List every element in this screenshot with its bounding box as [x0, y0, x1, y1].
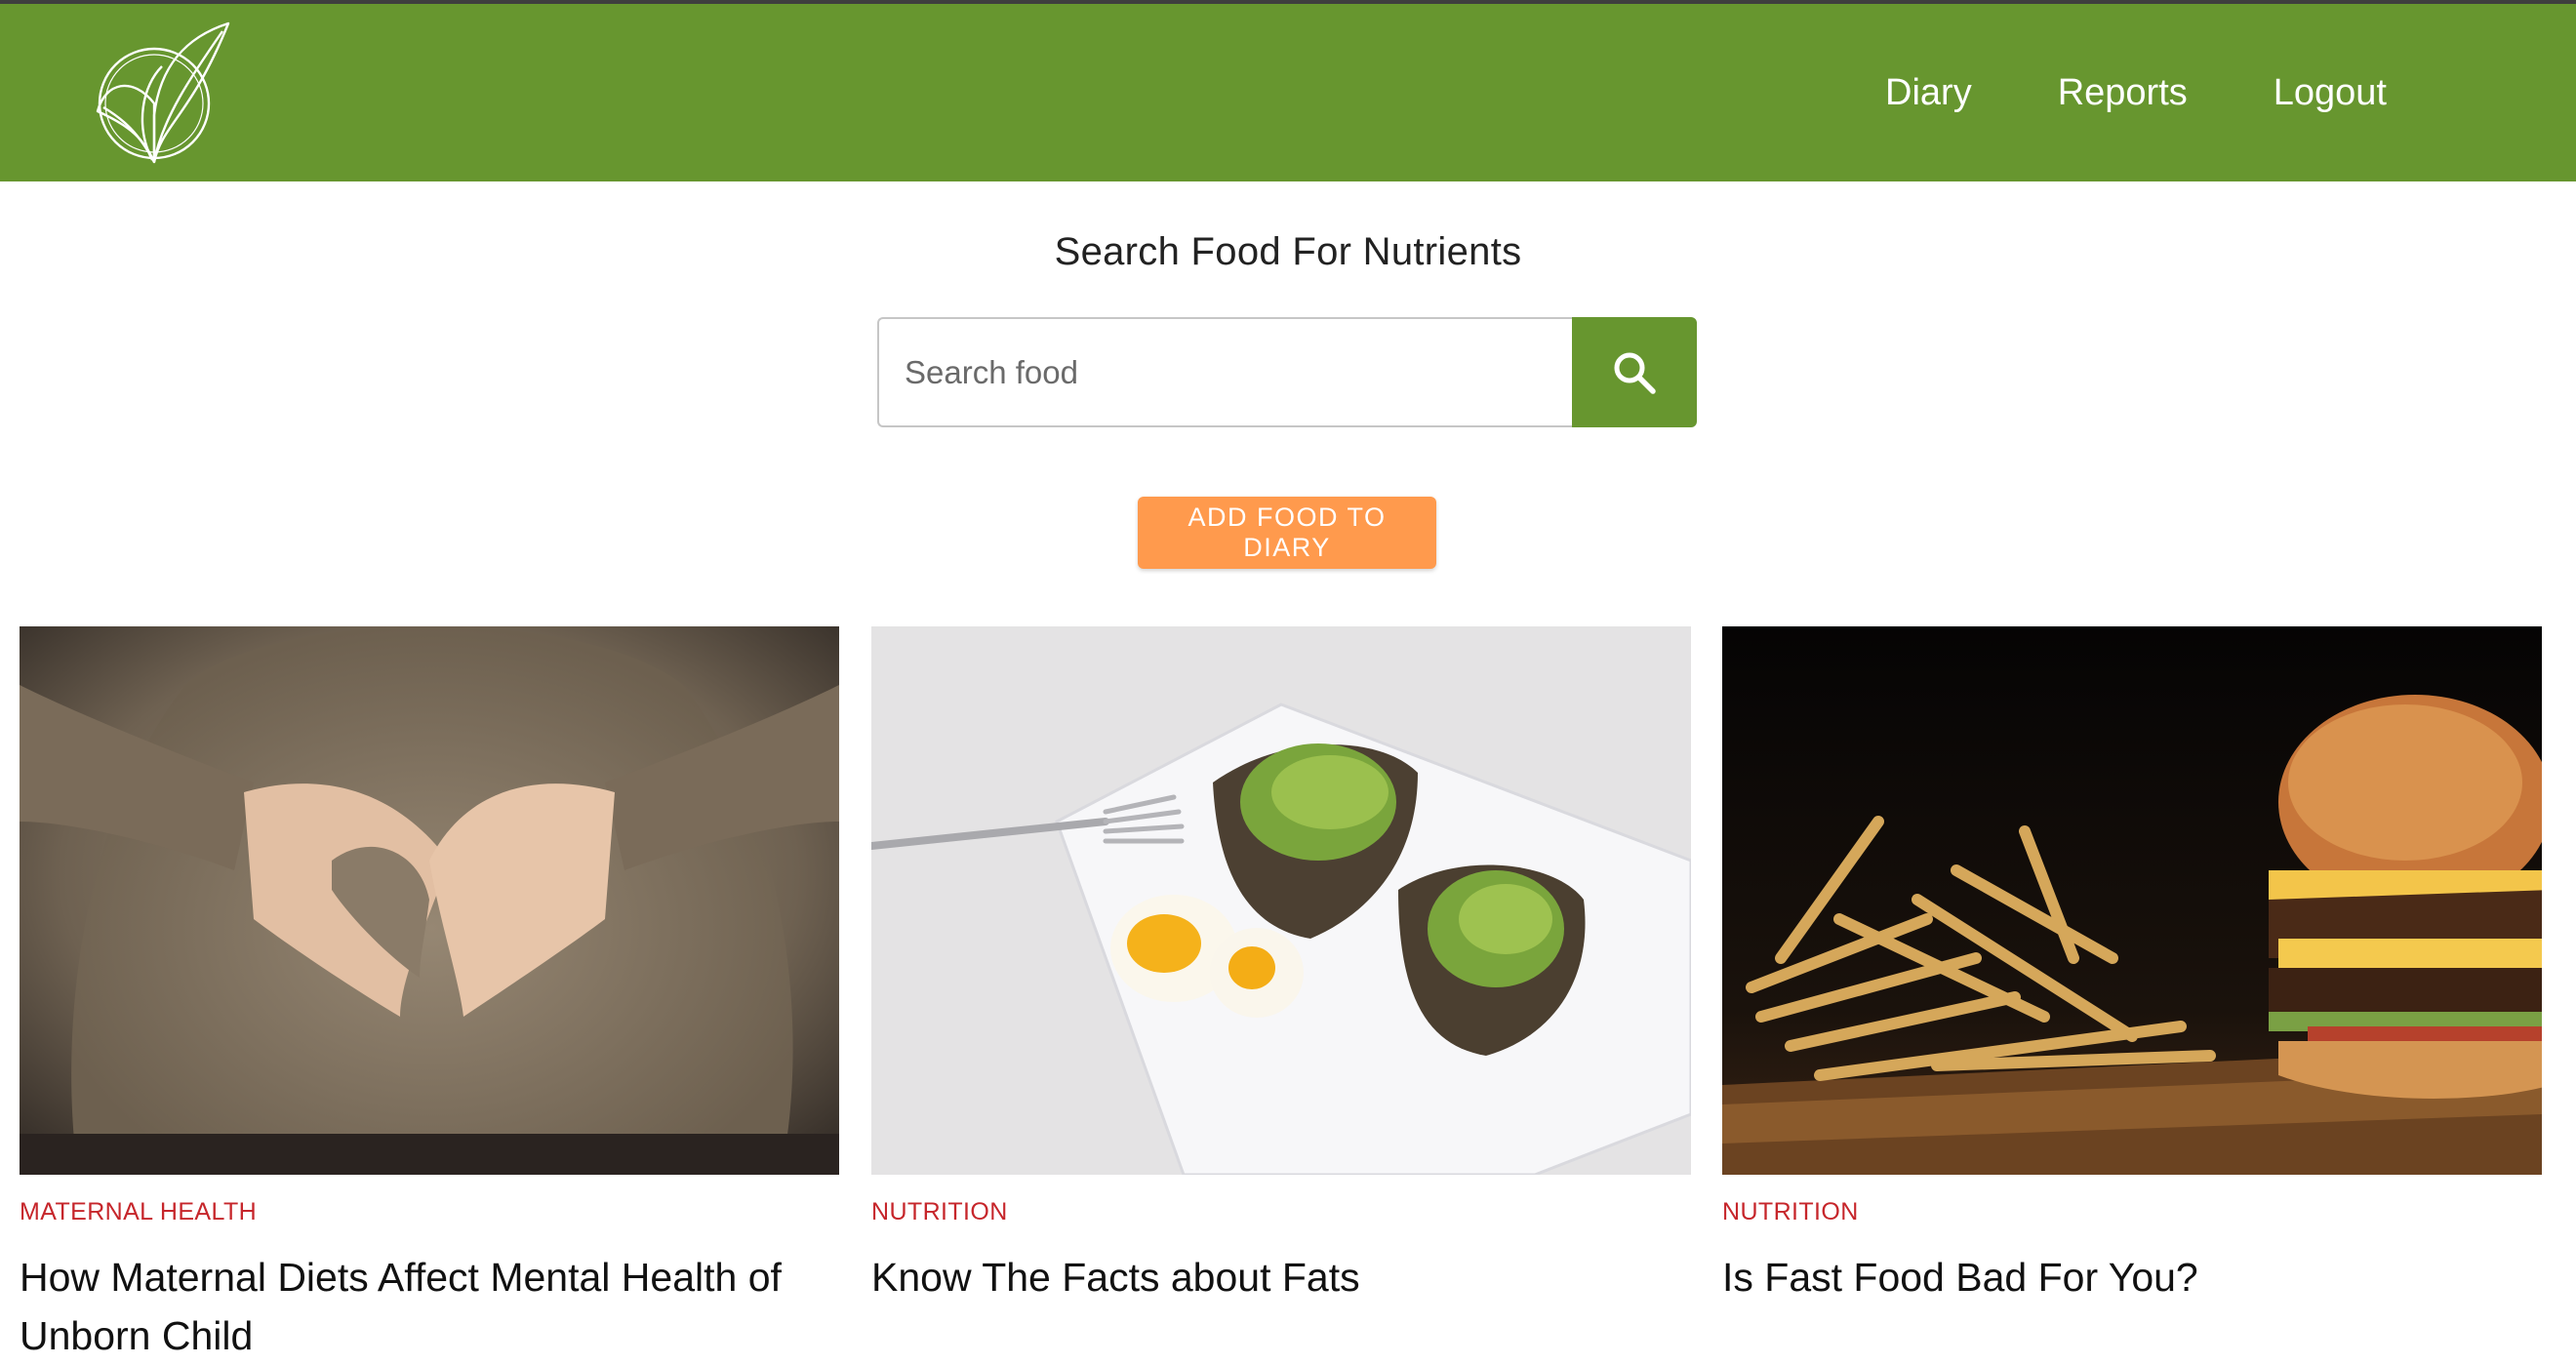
main-nav: Diary Reports Logout — [1799, 4, 2387, 181]
article-image-burger-fries[interactable] — [1722, 626, 2542, 1175]
article-card[interactable]: NUTRITION Is Fast Food Bad For You? — [1722, 626, 2542, 1306]
search-icon — [1614, 352, 1656, 394]
nav-diary-link[interactable]: Diary — [1885, 74, 1972, 111]
article-title[interactable]: Is Fast Food Bad For You? — [1722, 1248, 2542, 1306]
add-food-to-diary-button[interactable]: ADD FOOD TO DIARY — [1138, 497, 1436, 569]
top-navbar: Diary Reports Logout — [0, 0, 2576, 181]
nav-logout-link[interactable]: Logout — [2274, 74, 2387, 111]
article-title[interactable]: How Maternal Diets Affect Mental Health … — [20, 1248, 839, 1365]
article-title[interactable]: Know The Facts about Fats — [871, 1248, 1691, 1306]
article-image-avocado-toast[interactable] — [871, 626, 1691, 1175]
search-input[interactable] — [877, 317, 1572, 427]
search-bar — [877, 317, 1697, 427]
article-category: NUTRITION — [871, 1198, 1008, 1225]
article-card[interactable]: NUTRITION Know The Facts about Fats — [871, 626, 1691, 1306]
article-category: MATERNAL HEALTH — [20, 1198, 258, 1225]
search-heading: Search Food For Nutrients — [1054, 230, 1522, 273]
article-image-pregnant-belly[interactable] — [20, 626, 839, 1175]
article-category: NUTRITION — [1722, 1198, 1859, 1225]
leaf-logo-icon[interactable] — [84, 18, 240, 164]
nav-reports-link[interactable]: Reports — [2058, 74, 2188, 111]
search-button[interactable] — [1572, 317, 1697, 427]
article-card[interactable]: MATERNAL HEALTH How Maternal Diets Affec… — [20, 626, 839, 1365]
